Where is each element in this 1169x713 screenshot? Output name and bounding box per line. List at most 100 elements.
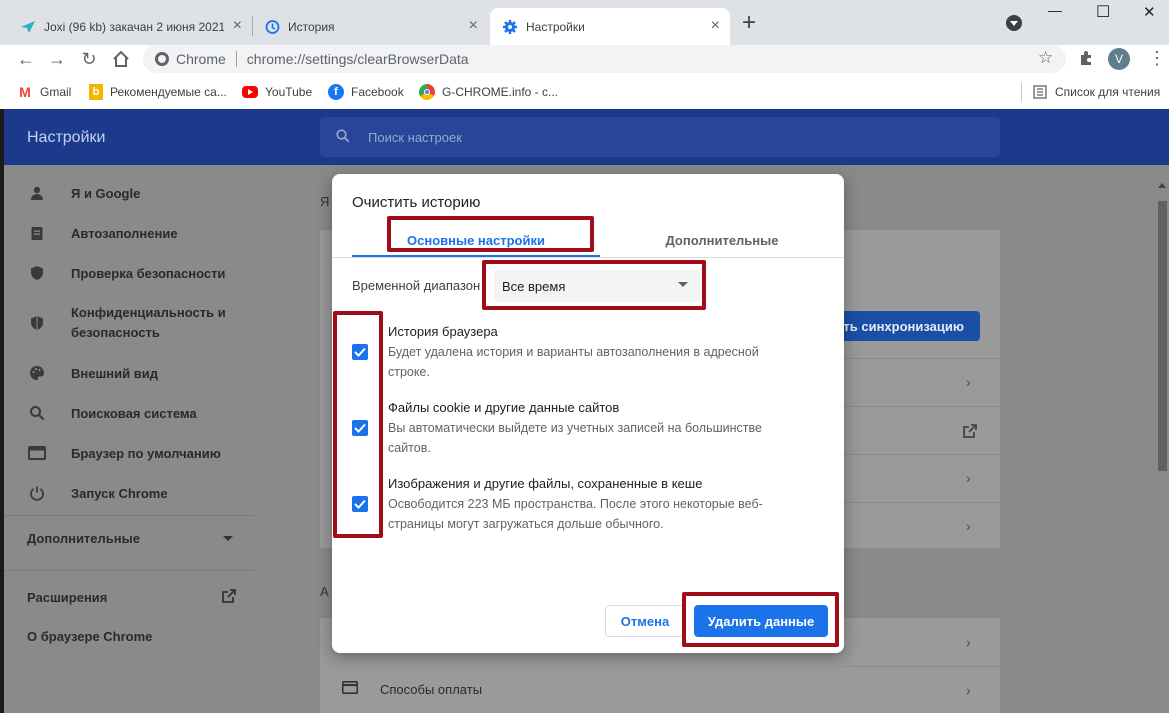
bookmark-youtube[interactable]: YouTube: [242, 82, 312, 102]
bookmark-gchrome[interactable]: G-CHROME.info - с...: [419, 82, 558, 102]
section-heading: А: [320, 584, 329, 599]
time-range-label: Временной диапазон: [352, 278, 481, 293]
browser-icon: [28, 444, 46, 462]
sidebar-item-you-and-google[interactable]: Я и Google: [28, 183, 140, 203]
bookmark-label: YouTube: [265, 85, 313, 99]
history-icon: [264, 19, 280, 35]
settings-row-payment-methods[interactable]: Способы оплаты: [342, 681, 482, 697]
sidebar-item-label: Проверка безопасности: [71, 265, 226, 281]
bookmark-recommended[interactable]: b Рекомендуемые са...: [89, 82, 227, 102]
sidebar-item-label: Расширения: [27, 590, 108, 605]
joxi-icon: [20, 19, 36, 35]
option-description: Будет удалена история и варианты автозап…: [388, 345, 759, 379]
site-chip: Chrome: [176, 51, 226, 67]
search-icon: [28, 404, 46, 422]
menu-icon[interactable]: ⋮: [1148, 48, 1166, 69]
open-in-new-icon: [221, 588, 237, 607]
bookmark-label: G-CHROME.info - с...: [442, 85, 559, 99]
close-icon[interactable]: ×: [233, 17, 242, 35]
tab-label: Joxi (96 kb) закачан 2 июня 2021: [44, 19, 224, 34]
sidebar-item-about-chrome[interactable]: О браузере Chrome: [27, 629, 152, 644]
extensions-icon[interactable]: [1078, 49, 1096, 72]
chevron-down-icon: [223, 536, 233, 541]
sidebar-item-safety-check[interactable]: Проверка безопасности: [28, 263, 225, 283]
sidebar-item-default-browser[interactable]: Браузер по умолчанию: [28, 443, 221, 463]
bookmark-star-icon[interactable]: ☆: [1038, 48, 1053, 68]
active-tab-indicator: [352, 255, 600, 257]
sidebar-item-appearance[interactable]: Внешний вид: [28, 363, 158, 383]
scrollbar[interactable]: [1156, 183, 1169, 713]
option-title: История браузера: [388, 324, 498, 339]
sidebar-item-extensions[interactable]: Расширения: [27, 588, 237, 607]
sidebar-advanced-toggle[interactable]: Дополнительные: [27, 531, 233, 546]
clipboard-icon: [28, 224, 46, 242]
tab-settings[interactable]: Настройки ×: [490, 8, 730, 45]
open-in-new-icon[interactable]: [962, 423, 978, 444]
sidebar-item-autofill[interactable]: Автозаполнение: [28, 223, 178, 243]
home-button[interactable]: [109, 47, 133, 71]
close-icon[interactable]: ×: [711, 17, 720, 35]
shield-lock-icon: [28, 314, 46, 332]
tabs-divider: [332, 257, 844, 258]
home-icon: [113, 50, 129, 67]
bookmark-label: Facebook: [351, 85, 404, 99]
avatar-initial: V: [1114, 52, 1123, 66]
reading-list-label: Список для чтения: [1055, 85, 1161, 99]
highlight-delete-button: [682, 592, 839, 647]
gmail-icon: M: [19, 84, 31, 100]
sync-button[interactable]: ить синхронизацию: [820, 311, 980, 341]
sidebar-item-label: Поисковая система: [71, 405, 197, 421]
chevron-right-icon[interactable]: ›: [966, 470, 971, 486]
avatar[interactable]: V: [1108, 48, 1130, 70]
tab-history[interactable]: История ×: [252, 8, 488, 45]
tab-advanced[interactable]: Дополнительные: [600, 222, 844, 258]
sidebar-item-label: Внешний вид: [71, 365, 158, 381]
section-heading: Я: [320, 194, 330, 209]
tab-label: История: [288, 19, 335, 34]
forward-button[interactable]: →: [45, 47, 69, 71]
scrollbar-thumb[interactable]: [1158, 201, 1167, 471]
minimize-button[interactable]: —: [1048, 2, 1062, 18]
youtube-icon: [242, 86, 258, 98]
new-tab-button[interactable]: +: [742, 9, 756, 37]
search-settings-input[interactable]: Поиск настроек: [320, 117, 1000, 157]
tab-search-icon[interactable]: [1006, 15, 1022, 31]
search-placeholder: Поиск настроек: [368, 129, 462, 145]
close-window-button[interactable]: ✕: [1143, 3, 1156, 21]
page-title: Настройки: [27, 129, 106, 146]
option-description: Вы автоматически выйдете из учетных запи…: [388, 421, 762, 455]
address-bar[interactable]: Chrome chrome://settings/clearBrowserDat…: [143, 45, 1066, 73]
bookmarks-divider: [1021, 83, 1022, 101]
option-title: Файлы cookie и другие данные сайтов: [388, 400, 620, 415]
chevron-right-icon[interactable]: ›: [966, 682, 971, 698]
reload-button[interactable]: ↻: [77, 47, 101, 71]
person-icon: [28, 184, 46, 202]
url-text[interactable]: chrome://settings/clearBrowserData: [247, 51, 469, 67]
back-button[interactable]: ←: [14, 47, 38, 71]
maximize-button[interactable]: ☐: [1096, 2, 1110, 22]
bookmark-facebook[interactable]: f Facebook: [328, 82, 404, 102]
dialog-title: Очистить историю: [352, 194, 481, 211]
card-divider: [844, 502, 1000, 503]
sidebar-item-label: Автозаполнение: [71, 225, 178, 241]
chrome-icon: [419, 84, 435, 100]
close-icon[interactable]: ×: [469, 17, 478, 35]
sidebar-item-privacy[interactable]: Конфиденциальность и безопасность: [28, 303, 226, 343]
reading-list-button[interactable]: Список для чтения: [1032, 82, 1160, 102]
sidebar-item-on-startup[interactable]: Запуск Chrome: [28, 483, 168, 503]
chevron-right-icon[interactable]: ›: [966, 374, 971, 390]
tab-joxi[interactable]: Joxi (96 kb) закачан 2 июня 2021 ×: [8, 8, 252, 45]
card-divider: [844, 358, 1000, 359]
highlight-time-range: [482, 260, 706, 310]
bookmark-gmail[interactable]: M Gmail: [17, 82, 71, 102]
sidebar-item-search-engine[interactable]: Поисковая система: [28, 403, 197, 423]
card-divider: [844, 666, 1000, 667]
sidebar-item-label: Конфиденциальность и: [71, 305, 226, 320]
cancel-button[interactable]: Отмена: [605, 605, 685, 637]
sidebar-item-label: Запуск Chrome: [71, 485, 168, 501]
sync-button-label: ить синхронизацию: [835, 318, 964, 334]
chevron-right-icon[interactable]: ›: [966, 518, 971, 534]
chevron-right-icon[interactable]: ›: [966, 634, 971, 650]
bookmark-label: Рекомендуемые са...: [110, 85, 227, 99]
highlight-checkboxes: [333, 311, 383, 538]
